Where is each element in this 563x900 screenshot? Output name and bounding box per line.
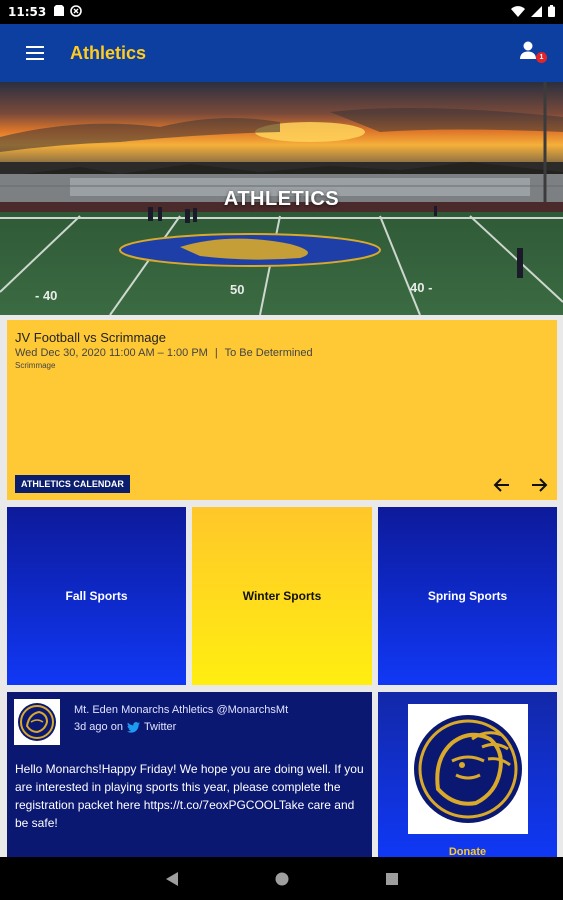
home-button[interactable] — [272, 869, 292, 889]
arrow-left-icon — [493, 478, 509, 492]
tile-winter-sports[interactable]: Winter Sports — [192, 507, 372, 685]
back-button[interactable] — [162, 869, 182, 889]
back-triangle-icon — [165, 871, 178, 886]
tweet-source: Twitter — [143, 721, 177, 733]
svg-text:50: 50 — [230, 282, 244, 297]
status-time: 11:53 — [8, 5, 47, 19]
tweet-author: Mt. Eden Monarchs Athletics @MonarchsMt — [74, 704, 289, 716]
system-nav-bar — [0, 857, 563, 900]
hero-title: ATHLETICS — [223, 188, 340, 210]
tile-spring-sports[interactable]: Spring Sports — [378, 507, 557, 685]
app-bar: Athletics 1 — [0, 24, 563, 82]
page-title: Athletics — [70, 42, 147, 63]
donate-card[interactable]: Donate — [378, 692, 557, 857]
previous-event-button[interactable] — [492, 475, 512, 495]
tweet-time: 3d ago on — [74, 721, 123, 733]
hamburger-icon — [26, 46, 44, 60]
svg-text:40 -: 40 - — [410, 280, 432, 295]
event-meta: Wed Dec 30, 2020 11:00 AM – 1:00 PM | To… — [15, 347, 313, 359]
profile-button[interactable]: 1 — [519, 40, 547, 66]
monarch-lion-logo — [18, 703, 56, 741]
home-circle-icon — [275, 872, 288, 885]
tweet-card[interactable]: Mt. Eden Monarchs Athletics @MonarchsMt … — [7, 692, 372, 857]
tweet-meta: 3d ago on Twitter — [74, 721, 176, 733]
tile-fall-sports[interactable]: Fall Sports — [7, 507, 186, 685]
arrow-right-icon — [532, 478, 548, 492]
monarch-lion-logo — [414, 715, 522, 823]
recents-square-icon — [385, 872, 398, 885]
athletics-calendar-button[interactable]: ATHLETICS CALENDAR — [15, 475, 130, 493]
tile-spring-sports-label: Spring Sports — [427, 589, 508, 603]
data-saver-icon — [70, 4, 83, 20]
recents-button[interactable] — [382, 869, 402, 889]
event-card[interactable]: JV Football vs Scrimmage Wed Dec 30, 202… — [7, 320, 557, 500]
next-event-button[interactable] — [529, 475, 549, 495]
event-location: To Be Determined — [224, 347, 313, 359]
wifi-icon — [511, 5, 525, 20]
tile-winter-sports-label: Winter Sports — [242, 589, 322, 603]
notification-badge: 1 — [536, 52, 547, 63]
event-meta-separator: | — [214, 347, 218, 359]
svg-text:- 40: - 40 — [35, 288, 57, 303]
twitter-icon — [126, 721, 140, 733]
tweet-text: Hello Monarchs!Happy Friday! We hope you… — [15, 762, 364, 830]
status-right-icons — [511, 4, 555, 20]
event-datetime: Wed Dec 30, 2020 11:00 AM – 1:00 PM — [15, 347, 208, 359]
hero-banner: - 40 50 40 - ATHLETICS — [0, 82, 563, 315]
tile-fall-sports-label: Fall Sports — [65, 589, 128, 603]
signal-icon — [531, 5, 542, 20]
menu-button[interactable] — [0, 24, 70, 82]
event-type: Scrimmage — [15, 361, 56, 370]
event-title: JV Football vs Scrimmage — [15, 330, 166, 345]
status-bar: 11:53 — [0, 0, 563, 24]
tweet-avatar — [14, 699, 60, 745]
battery-icon — [548, 4, 555, 20]
donate-label: Donate — [448, 846, 487, 857]
app-screen: 11:53 Athletics 1 - 40 50 40 - ATHLETICS… — [0, 0, 563, 900]
sd-card-icon — [54, 5, 65, 19]
donate-logo — [408, 704, 528, 834]
